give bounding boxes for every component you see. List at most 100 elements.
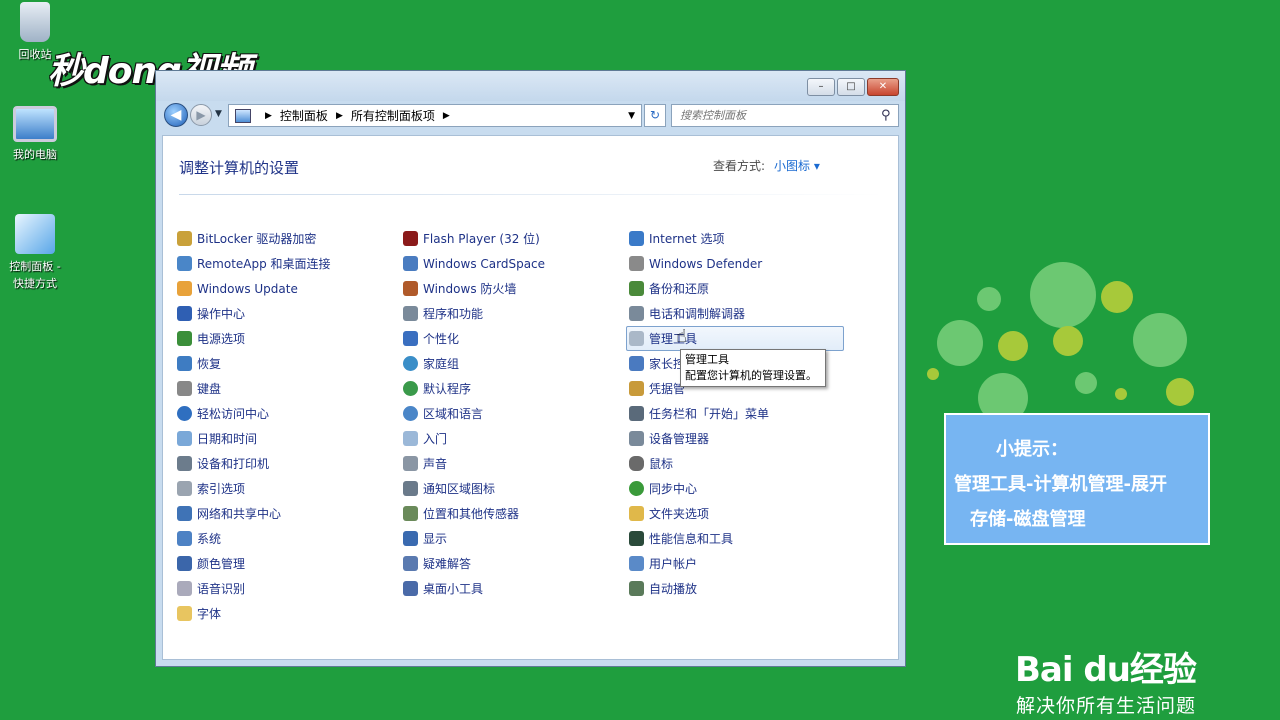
list-item[interactable]: 语音识别: [177, 576, 397, 601]
search-icon[interactable]: ⚲: [881, 108, 891, 123]
speech-recognition-icon: [177, 581, 192, 596]
list-item[interactable]: 自动播放: [629, 576, 849, 601]
list-item[interactable]: 性能信息和工具: [629, 526, 849, 551]
list-item[interactable]: Windows Update: [177, 276, 397, 301]
list-item[interactable]: 家庭组: [403, 351, 623, 376]
list-item[interactable]: 操作中心: [177, 301, 397, 326]
list-item[interactable]: 索引选项: [177, 476, 397, 501]
location-sensors-icon: [403, 506, 418, 521]
list-item[interactable]: 文件夹选项: [629, 501, 849, 526]
performance-info-icon: [629, 531, 644, 546]
baidu-slogan: 解决你所有生活问题: [1016, 695, 1197, 717]
close-button[interactable]: ✕: [867, 78, 899, 96]
list-item[interactable]: BitLocker 驱动器加密: [177, 226, 397, 251]
navigation-bar: ◀ ▶ ▼ ▶ 控制面板 ▶ 所有控制面板项 ▶ ▼ ↻ ⚲: [156, 101, 905, 131]
date-time-icon: [177, 431, 192, 446]
list-item-hovered[interactable]: 管理工具: [626, 326, 844, 351]
minimize-button[interactable]: –: [807, 78, 835, 96]
list-item[interactable]: 入门: [403, 426, 623, 451]
list-item[interactable]: 声音: [403, 451, 623, 476]
list-item[interactable]: 备份和还原: [629, 276, 849, 301]
my-computer-label: 我的电脑: [13, 148, 57, 161]
system-icon: [177, 531, 192, 546]
list-item[interactable]: 电源选项: [177, 326, 397, 351]
items-column-2: Flash Player (32 位) Windows CardSpace Wi…: [403, 226, 623, 601]
list-item[interactable]: 网络和共享中心: [177, 501, 397, 526]
list-item[interactable]: 轻松访问中心: [177, 401, 397, 426]
list-item[interactable]: 颜色管理: [177, 551, 397, 576]
control-panel-glyph: [15, 214, 55, 254]
firewall-icon: [403, 281, 418, 296]
items-column-1: BitLocker 驱动器加密 RemoteApp 和桌面连接 Windows …: [177, 226, 397, 626]
recycle-bin-glyph: [20, 2, 50, 42]
list-item[interactable]: 设备和打印机: [177, 451, 397, 476]
list-item[interactable]: 恢复: [177, 351, 397, 376]
backup-restore-icon: [629, 281, 644, 296]
bitlocker-icon: [177, 231, 192, 246]
tip-box: 小提示： 管理工具-计算机管理-展开 存储-磁盘管理: [944, 413, 1210, 545]
list-item[interactable]: 系统: [177, 526, 397, 551]
list-item[interactable]: Windows Defender: [629, 251, 849, 276]
computer-monitor-glyph: [13, 106, 57, 142]
fonts-folder-icon: [177, 606, 192, 621]
list-item[interactable]: 通知区域图标: [403, 476, 623, 501]
list-item[interactable]: 日期和时间: [177, 426, 397, 451]
breadcrumb-separator-icon[interactable]: ▶: [265, 111, 272, 121]
list-item[interactable]: 键盘: [177, 376, 397, 401]
taskbar-start-menu-icon: [629, 406, 644, 421]
view-by-dropdown[interactable]: 小图标 ▾: [774, 157, 820, 174]
history-dropdown-icon[interactable]: ▼: [215, 109, 222, 119]
cardspace-icon: [403, 256, 418, 271]
list-item[interactable]: 位置和其他传感器: [403, 501, 623, 526]
power-options-icon: [177, 331, 192, 346]
breadcrumb-separator-icon[interactable]: ▶: [336, 111, 343, 121]
list-item[interactable]: Internet 选项: [629, 226, 849, 251]
list-item[interactable]: 用户帐户: [629, 551, 849, 576]
list-item[interactable]: 个性化: [403, 326, 623, 351]
control-panel-label-1: 控制面板 -: [9, 260, 61, 273]
device-manager-icon: [629, 431, 644, 446]
sync-center-icon: [629, 481, 644, 496]
breadcrumb-separator-icon[interactable]: ▶: [443, 111, 450, 121]
list-item[interactable]: 任务栏和「开始」菜单: [629, 401, 849, 426]
display-icon: [403, 531, 418, 546]
control-panel-shortcut-icon[interactable]: 控制面板 - 快捷方式: [0, 214, 70, 292]
list-item[interactable]: 默认程序: [403, 376, 623, 401]
my-computer-icon[interactable]: 我的电脑: [0, 106, 70, 163]
list-item[interactable]: Windows 防火墙: [403, 276, 623, 301]
list-item[interactable]: 同步中心: [629, 476, 849, 501]
title-bar[interactable]: – □ ✕: [156, 71, 905, 101]
search-input[interactable]: [671, 104, 899, 127]
programs-features-icon: [403, 306, 418, 321]
list-item[interactable]: 鼠标: [629, 451, 849, 476]
troubleshooting-icon: [403, 556, 418, 571]
address-dropdown-icon[interactable]: ▼: [628, 111, 635, 121]
list-item[interactable]: Flash Player (32 位): [403, 226, 623, 251]
tip-title: 小提示：: [996, 439, 1068, 460]
list-item[interactable]: 显示: [403, 526, 623, 551]
sound-speaker-icon: [403, 456, 418, 471]
address-bar[interactable]: ▶ 控制面板 ▶ 所有控制面板项 ▶ ▼: [228, 104, 642, 127]
list-item[interactable]: RemoteApp 和桌面连接: [177, 251, 397, 276]
list-item[interactable]: 桌面小工具: [403, 576, 623, 601]
indexing-options-icon: [177, 481, 192, 496]
region-language-icon: [403, 406, 418, 421]
list-item[interactable]: 疑难解答: [403, 551, 623, 576]
forward-arrow-icon[interactable]: ▶: [190, 104, 212, 126]
list-item[interactable]: 字体: [177, 601, 397, 626]
tip-line-2: 存储-磁盘管理: [970, 509, 1086, 530]
back-arrow-icon[interactable]: ◀: [164, 103, 188, 127]
baidu-jingyan-logo: Bai du经验: [1015, 650, 1197, 690]
admin-tools-icon: [629, 331, 644, 346]
breadcrumb-control-panel[interactable]: 控制面板: [280, 107, 328, 124]
view-by-label: 查看方式:: [713, 159, 766, 173]
list-item[interactable]: 区域和语言: [403, 401, 623, 426]
list-item[interactable]: Windows CardSpace: [403, 251, 623, 276]
list-item[interactable]: 设备管理器: [629, 426, 849, 451]
refresh-icon[interactable]: ↻: [644, 104, 666, 127]
list-item[interactable]: 程序和功能: [403, 301, 623, 326]
maximize-button[interactable]: □: [837, 78, 865, 96]
breadcrumb-all-items[interactable]: 所有控制面板项: [351, 107, 435, 124]
items-column-3: Internet 选项 Windows Defender 备份和还原 电话和调制…: [626, 226, 849, 601]
list-item[interactable]: 电话和调制解调器: [629, 301, 849, 326]
